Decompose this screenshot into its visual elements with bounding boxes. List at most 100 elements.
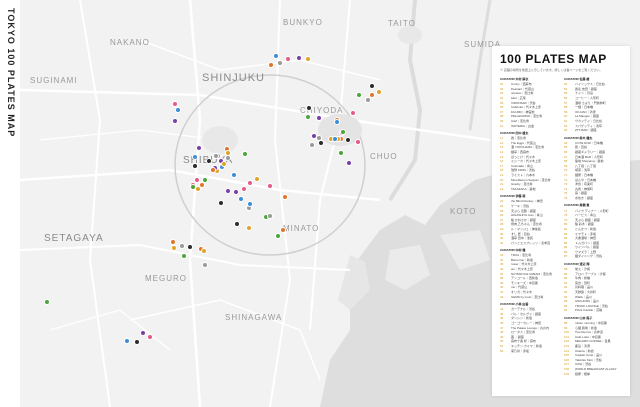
legend-entry-number: 59 [564, 109, 568, 114]
legend-entry-number: 83 [564, 236, 568, 241]
legend-entry-number: 41 [500, 290, 504, 295]
legend-entry-number: 16 [500, 159, 504, 164]
legend-entry-number: 84 [564, 240, 568, 245]
legend-entry-name: ワインバル｜銀座 [575, 245, 600, 250]
legend-entry-name: ほっとけ｜代々木 [511, 154, 536, 159]
restaurant-marker[interactable] [276, 60, 283, 67]
restaurant-marker[interactable] [230, 171, 237, 178]
district-meguro: MEGURO [145, 274, 187, 283]
legend-entry-number: 44 [500, 311, 504, 316]
legend-entry-name: ル・マンジュ｜神楽坂 [511, 226, 541, 231]
legend-entry[interactable]: 97 Pizza Cavallo｜高輪 [564, 308, 626, 313]
restaurant-marker[interactable] [285, 55, 292, 62]
restaurant-marker[interactable] [245, 225, 252, 232]
legend-entry[interactable]: 32 パンとエスプレッソ｜表参道 [500, 240, 562, 245]
legend-entry-number: 09 [500, 119, 504, 124]
legend-entry-number: 37 [500, 271, 504, 276]
page-spine: TOKYO 100 PLATES MAP [0, 0, 20, 407]
legend-entry-number: 108 [564, 366, 570, 371]
restaurant-marker[interactable] [191, 153, 198, 160]
restaurant-marker[interactable] [192, 162, 199, 169]
legend-entry[interactable]: 42 GEMS by moto｜恵比寿 [500, 294, 562, 299]
legend-entry-number: 19 [500, 172, 504, 177]
legend-entry-number: 75 [564, 191, 568, 196]
legend-entry-number: 52 [500, 348, 504, 353]
legend-entry-number: 55 [564, 91, 568, 96]
restaurant-marker[interactable] [139, 329, 146, 336]
restaurant-marker[interactable] [43, 298, 50, 305]
restaurant-marker[interactable] [233, 220, 240, 227]
restaurant-marker[interactable] [178, 243, 185, 250]
restaurant-marker[interactable] [201, 247, 208, 254]
legend-entry-name: Captain Cook｜品川 [575, 353, 603, 358]
legend-entry[interactable]: 63 ZTT-BAR｜銀座 [564, 128, 626, 133]
legend-entry-name: ハービス｜青山 [575, 213, 597, 218]
legend-entry-number: 63 [564, 128, 568, 133]
legend-entry-name: バイク ディナー｜人形町 [575, 208, 609, 213]
restaurant-marker[interactable] [246, 180, 253, 187]
legend-entry-name: 焼肉 乙ちゃん｜恵比寿 [511, 222, 542, 227]
legend-entry[interactable]: 76 水炊き｜銀座 [564, 196, 626, 201]
legend-entry-number: 03 [500, 91, 504, 96]
legend-entry-name: 鹿島｜清澄 [575, 343, 591, 348]
legend-entry-name: MEGURO COFFEE｜目黒 [575, 339, 611, 344]
restaurant-marker[interactable] [346, 159, 353, 166]
restaurant-marker[interactable] [267, 182, 273, 189]
legend-entry-name: オリガ｜代々木 [511, 290, 533, 295]
legend-panel: 100 PLATES MAP ※ 店舗の場所を地図上に示しています。詳しくは各ペ… [492, 46, 630, 396]
legend-entry-number: 10 [500, 123, 504, 128]
legend-entry[interactable]: 109 鍵屋｜根岸 [564, 371, 626, 376]
legend-entry-number: 36 [500, 267, 504, 272]
legend-entry[interactable]: 52 菊乃井｜赤坂 [500, 348, 562, 353]
restaurant-marker[interactable] [147, 333, 154, 340]
legend-entry-number: 24 [500, 203, 504, 208]
restaurant-marker[interactable] [189, 183, 196, 190]
restaurant-marker[interactable] [349, 109, 356, 116]
legend-entry-name: 麺亭｜西麻布 [511, 150, 530, 155]
legend-entry-number: 66 [564, 150, 568, 155]
restaurant-marker[interactable] [306, 104, 313, 111]
legend-entry-number: 50 [500, 339, 504, 344]
legend-entry-number: 54 [564, 86, 568, 91]
legend-entry-name: 鳥料理｜品川 [575, 285, 594, 290]
legend-entry-number: 53 [564, 82, 568, 87]
restaurant-marker[interactable] [246, 201, 253, 208]
restaurant-marker[interactable] [224, 188, 231, 195]
restaurant-marker[interactable] [221, 160, 228, 167]
legend-entry-name: 喫茶｜浅草 [575, 168, 591, 173]
legend-entry-name: とんかつ｜新宿 [575, 226, 597, 231]
restaurant-marker[interactable] [369, 82, 376, 89]
restaurant-marker[interactable] [376, 88, 383, 95]
legend-category-label: CURATOR 佐藤 綾 [564, 77, 590, 81]
legend-entry[interactable]: 10 ISOTERIA｜白金 [500, 123, 562, 128]
legend-entry-name: パンとエスプレッソ｜表参道 [511, 240, 551, 245]
restaurant-marker[interactable] [304, 56, 311, 63]
legend-entry-number: 25 [500, 208, 504, 213]
restaurant-marker[interactable] [201, 262, 208, 269]
restaurant-marker[interactable] [195, 145, 202, 152]
restaurant-marker[interactable] [344, 136, 351, 143]
legend-entry-number: 92 [564, 285, 568, 290]
district-setagaya: SETAGAYA [44, 233, 104, 244]
legend-entry[interactable]: 22 TAKAZAKA｜築地 [500, 186, 562, 191]
legend-entry-number: 45 [500, 316, 504, 321]
legend-entry-number: 95 [564, 299, 568, 304]
legend-entry-name: 天麩羅｜大井町 [575, 290, 597, 295]
legend-entry-number: 65 [564, 145, 568, 150]
restaurant-marker[interactable] [123, 337, 130, 344]
legend-entry-name: 麻布十番 松｜麻布 [511, 339, 536, 344]
restaurant-marker[interactable] [268, 61, 275, 68]
legend-entry-name: アンコール｜西新宿 [511, 276, 538, 281]
restaurant-marker[interactable] [279, 226, 286, 233]
legend-entry-number: 01 [500, 82, 504, 87]
legend-entry-number: 30 [500, 231, 504, 236]
legend-entry-number: 51 [500, 343, 504, 348]
legend-entry-name: 酒亭 田中｜池尻 [511, 236, 533, 241]
legend-entry-name: ケーキ｜渋谷 [511, 203, 530, 208]
legend-entry[interactable]: 87 麺ダイニング｜渋谷 [564, 254, 626, 259]
legend-entry-name: ウカイテイ｜日比谷 [575, 119, 602, 124]
restaurant-marker[interactable] [171, 117, 178, 124]
restaurant-marker[interactable] [334, 118, 341, 125]
legend-entry-number: 87 [564, 254, 568, 259]
legend-entry-name: 築地 Shopping｜築地 [575, 159, 604, 164]
